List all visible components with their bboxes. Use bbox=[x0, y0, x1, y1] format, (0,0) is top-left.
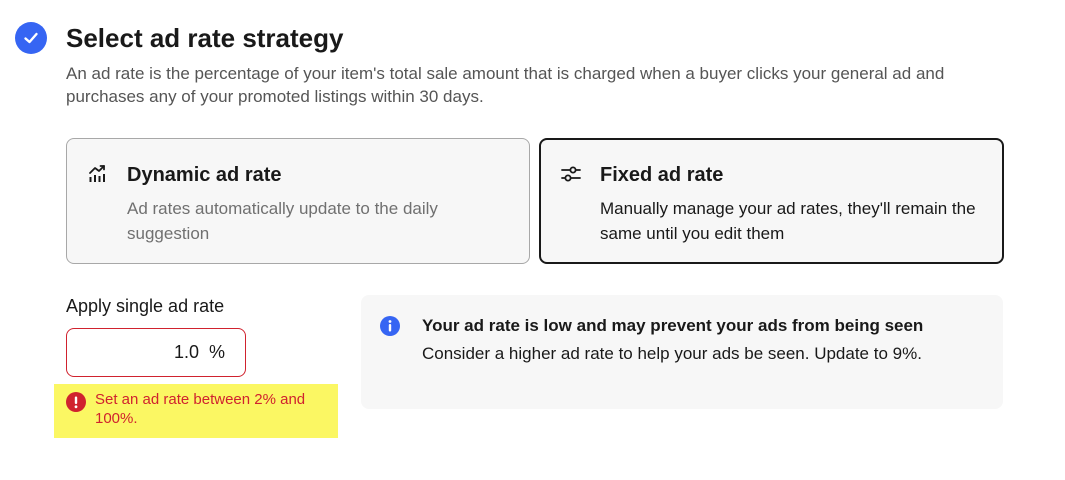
ad-rate-label: Apply single ad rate bbox=[66, 296, 225, 316]
section-description: An ad rate is the percentage of your ite… bbox=[66, 64, 945, 106]
fixed-ad-rate-description: Manually manage your ad rates, they'll r… bbox=[600, 199, 976, 243]
section-title: Select ad rate strategy bbox=[66, 23, 344, 53]
dynamic-ad-rate-description: Ad rates automatically update to the dai… bbox=[127, 199, 438, 243]
percent-unit: % bbox=[208, 342, 225, 362]
notice-body: Consider a higher ad rate to help your a… bbox=[422, 344, 922, 363]
checkmark-icon bbox=[15, 22, 47, 54]
trending-up-chart-icon bbox=[87, 163, 109, 185]
fixed-ad-rate-option[interactable]: Fixed ad rate Manually manage your ad ra… bbox=[539, 138, 1004, 264]
dynamic-ad-rate-option[interactable]: Dynamic ad rate Ad rates automatically u… bbox=[66, 138, 530, 264]
low-ad-rate-notice: Your ad rate is low and may prevent your… bbox=[361, 295, 1003, 409]
error-text: Set an ad rate between 2% and 100%. bbox=[95, 391, 306, 427]
ad-rate-input[interactable] bbox=[138, 342, 209, 363]
fixed-ad-rate-title: Fixed ad rate bbox=[600, 164, 724, 186]
ad-rate-error-message: Set an ad rate between 2% and 100%. bbox=[54, 384, 338, 438]
info-icon bbox=[380, 316, 400, 336]
dynamic-ad-rate-title: Dynamic ad rate bbox=[127, 164, 282, 186]
sliders-icon bbox=[560, 163, 582, 185]
exclamation-icon bbox=[66, 392, 86, 412]
notice-title: Your ad rate is low and may prevent your… bbox=[422, 316, 924, 335]
ad-rate-strategy-section: Select ad rate strategy An ad rate is th… bbox=[0, 0, 1065, 480]
ad-rate-field[interactable]: % bbox=[66, 328, 246, 377]
